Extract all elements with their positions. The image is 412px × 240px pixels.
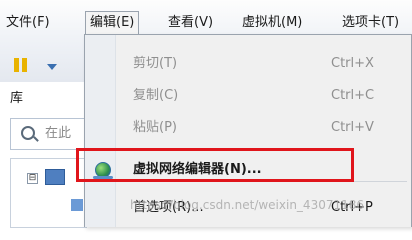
menu-edit[interactable]: 编辑(E) <box>85 11 140 35</box>
pause-icon[interactable] <box>14 58 28 72</box>
chevron-down-icon[interactable] <box>47 64 57 70</box>
search-icon <box>21 126 35 140</box>
menu-item-label: 剪切(T) <box>133 56 178 71</box>
menu-item-shortcut: Ctrl+C <box>331 88 375 103</box>
library-title: 库 <box>10 91 24 106</box>
menu-item-paste[interactable]: 粘贴(P) Ctrl+V <box>85 113 411 143</box>
vm-icon <box>71 199 83 211</box>
annotation-highlight-box <box>76 148 354 182</box>
menu-file[interactable]: 文件(F) <box>2 12 54 34</box>
menu-item-shortcut: Ctrl+V <box>331 120 374 135</box>
menu-item-shortcut: Ctrl+X <box>331 56 374 71</box>
collapse-icon[interactable]: ⊟ <box>27 173 38 184</box>
menu-item-label: 复制(C) <box>133 88 179 103</box>
menu-item-label: 粘贴(P) <box>133 120 177 135</box>
menu-vm[interactable]: 虚拟机(M) <box>238 12 306 34</box>
menu-item-cut[interactable]: 剪切(T) Ctrl+X <box>85 49 411 79</box>
menu-view[interactable]: 查看(V) <box>164 12 217 34</box>
watermark: https://blog.csdn.net/weixin_43071186 <box>130 198 365 212</box>
library-search-box[interactable]: 在此 <box>10 118 87 150</box>
search-input[interactable]: 在此 <box>45 119 71 149</box>
computer-icon <box>45 169 65 185</box>
menu-tabs[interactable]: 选项卡(T) <box>338 12 403 34</box>
menu-item-copy[interactable]: 复制(C) Ctrl+C <box>85 81 411 111</box>
